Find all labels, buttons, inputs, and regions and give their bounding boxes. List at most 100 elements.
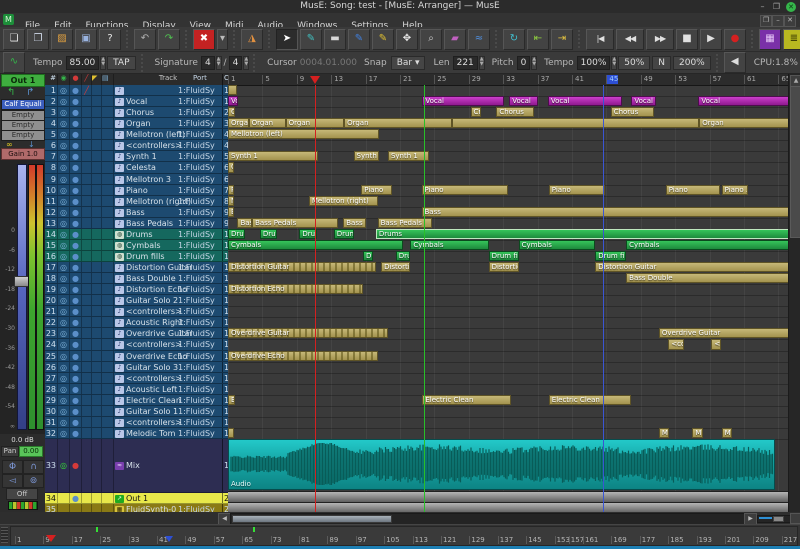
part-clip[interactable]: Chorus bbox=[496, 107, 534, 117]
track-cell[interactable]: ◎ bbox=[58, 96, 70, 106]
track-cell[interactable] bbox=[92, 262, 102, 272]
track-cell[interactable] bbox=[92, 129, 102, 139]
tempo-scale-arrows[interactable]: ▲▼ bbox=[611, 56, 617, 70]
track-cell[interactable]: ● bbox=[70, 151, 82, 161]
track-row-2[interactable]: 2◎●♪Vocal1:FluidSy1 bbox=[45, 96, 228, 107]
track-cell[interactable] bbox=[82, 493, 92, 503]
track-cell[interactable]: 12 bbox=[45, 207, 58, 217]
track-cell[interactable]: 16 bbox=[45, 251, 58, 261]
part-clip[interactable] bbox=[228, 85, 237, 95]
track-row-16[interactable]: 16◎●◍Drum fills1:FluidSy10 bbox=[45, 251, 228, 262]
track-cell[interactable] bbox=[82, 262, 92, 272]
track-cell[interactable] bbox=[102, 207, 114, 217]
track-port[interactable]: 1:FluidSy bbox=[178, 362, 223, 372]
track-cell[interactable]: ● bbox=[70, 107, 82, 117]
tempo-normal-button[interactable]: N bbox=[652, 56, 671, 70]
track-cell[interactable]: 20 bbox=[45, 295, 58, 305]
track-cell[interactable] bbox=[102, 351, 114, 361]
track-cell[interactable] bbox=[82, 196, 92, 206]
track-cell[interactable]: 29 bbox=[45, 395, 58, 405]
track-cell[interactable] bbox=[102, 162, 114, 172]
track-cell[interactable] bbox=[82, 328, 92, 338]
part-clip[interactable]: Vocal bbox=[548, 96, 622, 106]
track-port[interactable]: 1:FluidSy bbox=[178, 162, 223, 172]
part-clip[interactable]: Drums bbox=[376, 229, 788, 239]
track-port[interactable]: 1:FluidSy bbox=[178, 174, 223, 184]
mdi-restore-icon[interactable]: ❐ bbox=[760, 15, 772, 27]
eraser-tool[interactable]: ▬ bbox=[324, 29, 346, 50]
track-cell[interactable]: ◎ bbox=[58, 273, 70, 283]
track-row-9[interactable]: 9◎●♪Mellotron 31:FluidSy6 bbox=[45, 174, 228, 185]
track-cell[interactable]: ◎ bbox=[58, 417, 70, 427]
track-row-14[interactable]: 14◎●◍Drums1:FluidSy10 bbox=[45, 229, 228, 240]
part-clip[interactable]: Overdrive Guitar bbox=[659, 328, 788, 338]
track-cell[interactable]: 25 bbox=[45, 351, 58, 361]
track-cell[interactable] bbox=[102, 151, 114, 161]
len-spin-arrows[interactable]: ▲▼ bbox=[479, 56, 485, 70]
track-cell[interactable]: ● bbox=[70, 295, 82, 305]
part-clip[interactable]: Mellotron (left) bbox=[228, 129, 379, 139]
part-clip[interactable]: B bbox=[228, 207, 234, 217]
track-port[interactable]: 1:FluidSy bbox=[178, 273, 223, 283]
track-port[interactable]: 1:FluidSy bbox=[178, 339, 223, 349]
track-row-26[interactable]: 26◎●♪Guitar Solo 31:FluidSy14 bbox=[45, 362, 228, 373]
track-port[interactable]: 1:FluidSy bbox=[178, 251, 223, 261]
mdi-close-icon[interactable]: ✕ bbox=[784, 15, 796, 27]
track-cell[interactable] bbox=[102, 328, 114, 338]
track-cell[interactable] bbox=[82, 317, 92, 327]
track-cell[interactable]: 5 bbox=[45, 129, 58, 139]
track-port[interactable]: 1:FluidSy bbox=[178, 284, 223, 294]
track-cell[interactable]: 1 bbox=[45, 85, 58, 95]
track-row-13[interactable]: 13◎●♪Bass Pedals1:FluidSy9 bbox=[45, 218, 228, 229]
track-cell[interactable]: 17 bbox=[45, 262, 58, 272]
part-clip[interactable]: Bass Double bbox=[626, 273, 788, 283]
track-cell[interactable]: ◎ bbox=[58, 373, 70, 383]
track-cell[interactable] bbox=[82, 229, 92, 239]
part-clip[interactable]: Organ bbox=[249, 118, 286, 128]
toolbar-separator[interactable] bbox=[183, 30, 190, 48]
minimize-button[interactable]: – bbox=[757, 2, 768, 12]
toolbar-separator[interactable] bbox=[749, 30, 756, 48]
track-cell[interactable]: 30 bbox=[45, 406, 58, 416]
track-cell[interactable]: ● bbox=[70, 306, 82, 316]
track-cell[interactable]: ● bbox=[70, 328, 82, 338]
track-cell[interactable]: ◎ bbox=[58, 306, 70, 316]
pitch-spinbox[interactable]: 0 bbox=[517, 56, 531, 70]
open-file[interactable]: ▨ bbox=[51, 29, 73, 50]
track-cell[interactable] bbox=[102, 140, 114, 150]
track-cell[interactable]: ◎ bbox=[58, 162, 70, 172]
pencil-tool[interactable]: ✎ bbox=[300, 29, 322, 50]
track-cell[interactable]: 33 bbox=[45, 439, 58, 492]
track-port[interactable]: 1:FluidSy bbox=[178, 306, 223, 316]
track-cell[interactable]: 15 bbox=[45, 240, 58, 250]
track-cell[interactable] bbox=[92, 229, 102, 239]
hscroll-thumb[interactable] bbox=[232, 515, 392, 523]
track-cell[interactable]: ● bbox=[70, 362, 82, 372]
track-cell[interactable]: ◎ bbox=[58, 339, 70, 349]
track-cell[interactable] bbox=[82, 284, 92, 294]
toolbar-separator[interactable] bbox=[124, 30, 131, 48]
track-cell[interactable] bbox=[82, 185, 92, 195]
track-cell[interactable]: 19 bbox=[45, 284, 58, 294]
part-clip[interactable]: Piano bbox=[549, 185, 605, 195]
header-number[interactable]: # bbox=[45, 74, 58, 85]
track-port[interactable]: 1:FluidSy bbox=[178, 107, 223, 117]
track-cell[interactable] bbox=[102, 196, 114, 206]
track-cell[interactable]: 27 bbox=[45, 373, 58, 383]
track-row-8[interactable]: 8◎●♪Celesta1:FluidSy6 bbox=[45, 162, 228, 173]
track-row-28[interactable]: 28◎●♪Acoustic Left1:FluidSy14 bbox=[45, 384, 228, 395]
track-cell[interactable]: ╱ bbox=[82, 85, 92, 95]
part-clip[interactable]: Synth 1 bbox=[228, 151, 318, 161]
automation-off-button[interactable]: Off bbox=[6, 488, 38, 500]
track-cell[interactable] bbox=[82, 207, 92, 217]
track-port[interactable]: 1:FluidSy bbox=[178, 351, 223, 361]
part-clip[interactable]: Bass bbox=[343, 218, 365, 228]
part-clip[interactable]: Pi bbox=[228, 185, 234, 195]
track-cell[interactable] bbox=[82, 118, 92, 128]
track-cell[interactable]: 11 bbox=[45, 196, 58, 206]
pan-tool[interactable]: ✥ bbox=[396, 29, 418, 50]
track-cell[interactable] bbox=[102, 295, 114, 305]
power-icon[interactable]: Φ bbox=[2, 460, 23, 474]
track-port[interactable]: 1:FluidSy bbox=[178, 129, 223, 139]
track-cell[interactable]: ● bbox=[70, 273, 82, 283]
